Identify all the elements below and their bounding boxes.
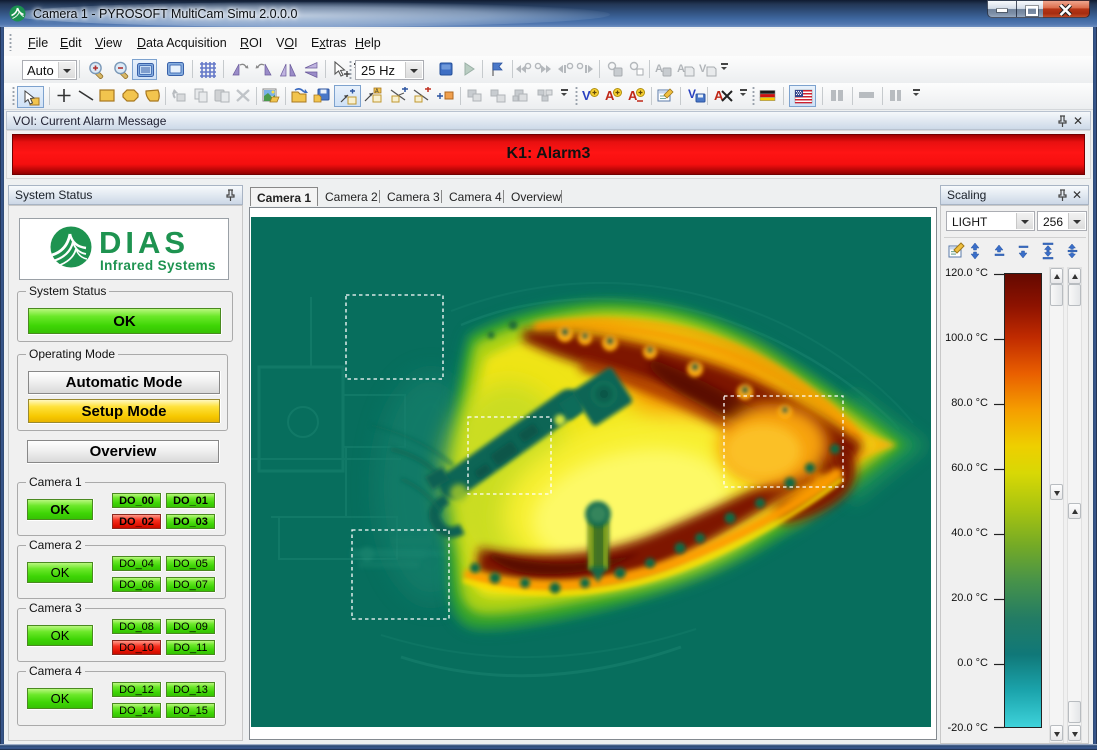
svg-text:V: V — [582, 88, 591, 103]
svg-text:A: A — [677, 63, 685, 75]
svg-text:DIAS: DIAS — [99, 225, 189, 260]
svg-text:V: V — [699, 63, 707, 75]
svg-text:A: A — [628, 88, 638, 103]
svg-text:A: A — [655, 63, 663, 75]
svg-text:A: A — [375, 89, 379, 95]
svg-text:Infrared Systems: Infrared Systems — [100, 258, 216, 273]
svg-text:A: A — [605, 88, 615, 103]
svg-text:V: V — [688, 87, 696, 101]
